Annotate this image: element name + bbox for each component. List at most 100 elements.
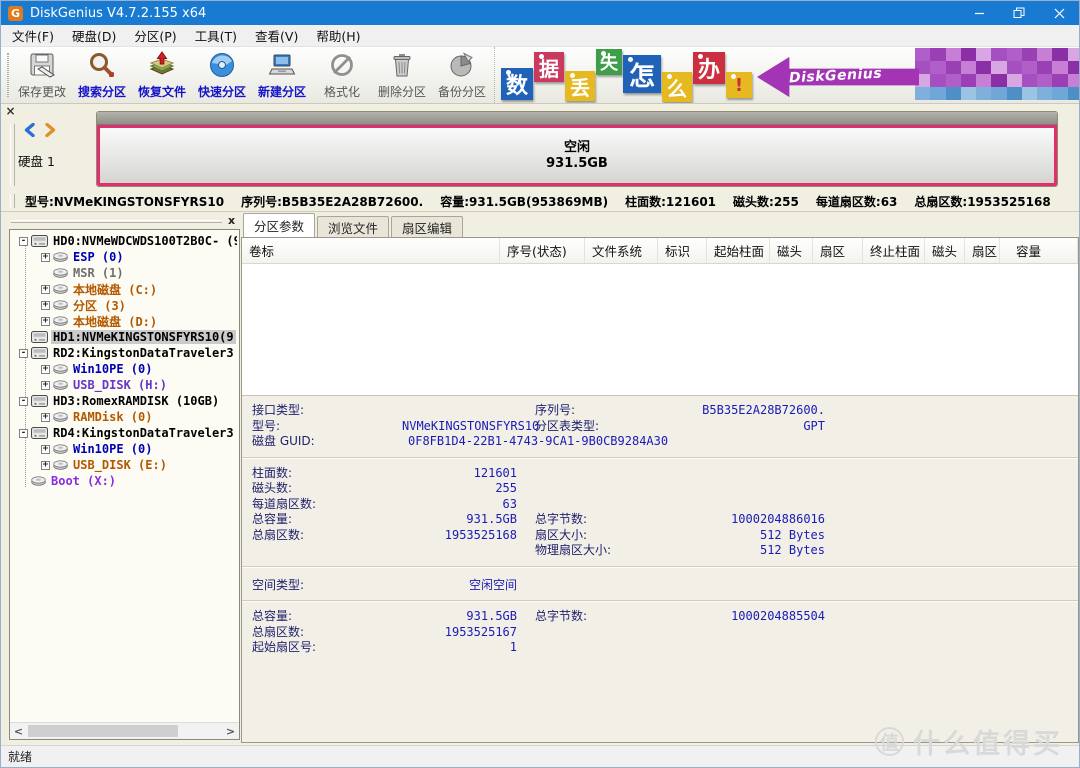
expander-plus-icon[interactable]: + bbox=[41, 317, 50, 326]
detail-label: 分区表类型: bbox=[535, 419, 695, 435]
info-line-gripper[interactable] bbox=[10, 194, 15, 208]
tab-sector-edit[interactable]: 扇区编辑 bbox=[391, 216, 463, 237]
table-column-header[interactable]: 文件系统 bbox=[585, 238, 658, 263]
expander-plus-icon[interactable]: + bbox=[41, 445, 50, 454]
tree-item-label: HD3:RomexRAMDISK (10GB) bbox=[51, 394, 221, 408]
prev-disk-button[interactable] bbox=[23, 122, 36, 141]
tree-item[interactable]: - HD0:NVMeWDCWDS100T2B0C- (9 bbox=[13, 233, 237, 249]
title-bar: G DiskGenius V4.7.2.155 x64 bbox=[1, 1, 1079, 25]
tree-item[interactable]: +USB_DISK (E:) bbox=[13, 457, 237, 473]
scroll-left-icon[interactable]: < bbox=[10, 723, 27, 739]
tree-item[interactable]: + RAMDisk (0) bbox=[13, 409, 237, 425]
tree-item[interactable]: +ESP (0) bbox=[13, 249, 237, 265]
menu-item-partition[interactable]: 分区(P) bbox=[125, 24, 185, 47]
expander-plus-icon[interactable]: + bbox=[41, 253, 50, 262]
table-column-header[interactable]: 扇区 bbox=[813, 238, 863, 263]
menu-item-tools[interactable]: 工具(T) bbox=[186, 24, 246, 47]
menu-item-disk[interactable]: 硬盘(D) bbox=[63, 24, 125, 47]
menu-item-view[interactable]: 查看(V) bbox=[246, 24, 307, 47]
table-column-header[interactable]: 终止柱面 bbox=[863, 238, 925, 263]
detail-value bbox=[695, 466, 825, 482]
tab-browse-files[interactable]: 浏览文件 bbox=[317, 216, 389, 237]
disk-info-line: 型号:NVMeKINGSTONSFYRS10序列号:B5B35E2A28B726… bbox=[25, 193, 1075, 210]
tree-item[interactable]: +本地磁盘 (C:) bbox=[13, 281, 237, 297]
toolbar-button-label: 恢复文件 bbox=[138, 83, 186, 100]
table-column-header[interactable]: 磁头 bbox=[925, 238, 965, 263]
expander-plus-icon[interactable]: + bbox=[41, 285, 50, 294]
free-space-block[interactable]: 空闲 931.5GB bbox=[97, 125, 1057, 186]
toolbar-button-label: 格式化 bbox=[324, 83, 360, 100]
partition-icon bbox=[53, 380, 68, 390]
delete-partition-button[interactable]: 删除分区 bbox=[372, 48, 432, 102]
tree-item[interactable]: Boot (X:) bbox=[13, 473, 237, 489]
restore-icon bbox=[1013, 7, 1025, 19]
expander-plus-icon[interactable]: + bbox=[41, 381, 50, 390]
tree-item[interactable]: +本地磁盘 (D:) bbox=[13, 313, 237, 329]
table-column-header[interactable]: 起始柱面 bbox=[707, 238, 770, 263]
close-button[interactable] bbox=[1039, 1, 1079, 25]
status-text: 就绪 bbox=[8, 748, 32, 765]
tree-item[interactable]: HD1:NVMeKINGSTONSFYRS10(9 bbox=[13, 329, 237, 345]
partition-table-header: 卷标序号(状态)文件系统标识起始柱面磁头扇区终止柱面磁头扇区容量 bbox=[242, 238, 1078, 264]
table-column-header[interactable]: 卷标 bbox=[242, 238, 500, 263]
tree-close-icon[interactable]: x bbox=[225, 214, 238, 227]
toolbar-button-label: 快速分区 bbox=[198, 83, 246, 100]
scroll-right-icon[interactable]: > bbox=[222, 723, 239, 739]
expander-plus-icon[interactable]: + bbox=[41, 301, 50, 310]
save-changes-button[interactable]: 保存更改 bbox=[12, 48, 72, 102]
expander-plus-icon[interactable]: + bbox=[41, 461, 50, 470]
table-column-header[interactable]: 磁头 bbox=[770, 238, 813, 263]
table-column-header[interactable]: 扇区 bbox=[965, 238, 1000, 263]
separator bbox=[242, 600, 1078, 602]
tree-item[interactable]: +Win10PE (0) bbox=[13, 441, 237, 457]
free-space-size: 931.5GB bbox=[546, 156, 608, 172]
expander-minus-icon[interactable]: - bbox=[19, 237, 28, 246]
disk-info-item: 容量:931.5GB(953869MB) bbox=[440, 193, 608, 210]
scrollbar-thumb[interactable] bbox=[28, 725, 178, 737]
tree-item-label: RAMDisk (0) bbox=[71, 410, 154, 424]
tree-item[interactable]: +分区 (3) bbox=[13, 297, 237, 313]
backup-partition-button[interactable]: 备份分区 bbox=[432, 48, 492, 102]
table-column-header[interactable]: 标识 bbox=[658, 238, 707, 263]
ad-banner[interactable]: 数据丢失怎么办! DiskGenius bbox=[494, 47, 1080, 103]
expander-plus-icon[interactable]: + bbox=[41, 365, 50, 374]
panel-close-icon[interactable]: × bbox=[4, 105, 17, 118]
table-column-header[interactable]: 序号(状态) bbox=[500, 238, 585, 263]
expander-minus-icon[interactable]: - bbox=[19, 397, 28, 406]
tree-item-label: RD4:KingstonDataTraveler3 bbox=[51, 426, 236, 440]
disk-panel-gripper[interactable] bbox=[10, 124, 15, 186]
detail-label bbox=[535, 466, 695, 482]
tree-item[interactable]: +USB_DISK (H:) bbox=[13, 377, 237, 393]
recover-files-button[interactable]: 恢复文件 bbox=[132, 48, 192, 102]
tree-item-label: HD0:NVMeWDCWDS100T2B0C- (9 bbox=[51, 234, 237, 248]
expander-plus-icon[interactable]: + bbox=[41, 413, 50, 422]
tree-item[interactable]: - RD4:KingstonDataTraveler3 bbox=[13, 425, 237, 441]
restore-button[interactable] bbox=[999, 1, 1039, 25]
partition-icon bbox=[53, 444, 68, 454]
tree-item[interactable]: MSR (1) bbox=[13, 265, 237, 281]
detail-value bbox=[402, 543, 517, 559]
tree-item[interactable]: +Win10PE (0) bbox=[13, 361, 237, 377]
table-column-header[interactable]: 容量 bbox=[1000, 238, 1078, 263]
toolbar-button-label: 保存更改 bbox=[18, 83, 66, 100]
search-partition-button[interactable]: 搜索分区 bbox=[72, 48, 132, 102]
expander-minus-icon[interactable]: - bbox=[19, 349, 28, 358]
tree-item[interactable]: -RD2:KingstonDataTraveler3 bbox=[13, 345, 237, 361]
chevron-right-icon bbox=[44, 123, 57, 137]
tab-partition-params[interactable]: 分区参数 bbox=[243, 213, 315, 237]
tree-item[interactable]: - HD3:RomexRAMDISK (10GB) bbox=[13, 393, 237, 409]
menu-item-file[interactable]: 文件(F) bbox=[3, 24, 63, 47]
toolbar-gripper[interactable] bbox=[7, 53, 9, 97]
quick-partition-button[interactable]: 快速分区 bbox=[192, 48, 252, 102]
disk-info-item: 型号:NVMeKINGSTONSFYRS10 bbox=[25, 193, 224, 210]
tree-panel-gripper[interactable] bbox=[11, 220, 222, 223]
next-disk-button[interactable] bbox=[44, 122, 57, 141]
detail-gap bbox=[517, 481, 535, 497]
menu-item-help[interactable]: 帮助(H) bbox=[307, 24, 369, 47]
minimize-button[interactable] bbox=[959, 1, 999, 25]
format-button[interactable]: 格式化 bbox=[312, 48, 372, 102]
new-partition-button[interactable]: 新建分区 bbox=[252, 48, 312, 102]
tree-horizontal-scrollbar[interactable]: < > bbox=[10, 722, 239, 739]
expander-minus-icon[interactable]: - bbox=[19, 429, 28, 438]
banner-tile: 怎 bbox=[623, 55, 661, 93]
